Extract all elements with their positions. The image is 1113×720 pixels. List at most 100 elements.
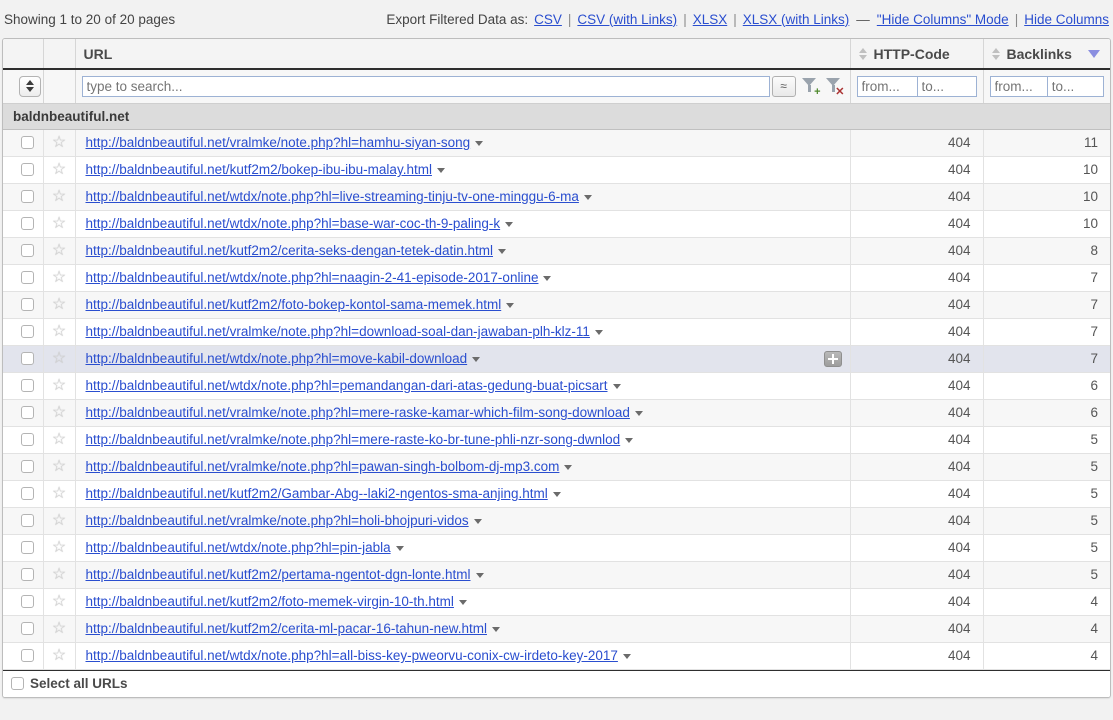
caret-down-icon[interactable] [634,410,643,416]
url-link[interactable]: http://baldnbeautiful.net/vralmke/note.p… [86,513,469,528]
row-checkbox[interactable] [21,379,34,392]
caret-down-icon[interactable] [395,545,404,551]
star-icon[interactable]: ☆ [52,458,67,475]
star-icon[interactable]: ☆ [52,539,67,556]
table-row[interactable]: ☆ http://baldnbeautiful.net/kutf2m2/cerit… [3,615,1110,643]
caret-down-icon[interactable] [594,329,603,335]
url-link[interactable]: http://baldnbeautiful.net/kutf2m2/cerita… [86,243,493,258]
row-checkbox[interactable] [21,271,34,284]
export-xlsx-link[interactable]: XLSX [693,12,728,27]
approximate-match-button[interactable]: ≈ [771,75,796,97]
funnel-plus-icon[interactable]: + [801,76,821,98]
url-link[interactable]: http://baldnbeautiful.net/wtdx/note.php?… [86,648,618,663]
table-row[interactable]: ☆ http://baldnbeautiful.net/wtdx/note.php… [3,345,1110,373]
url-link[interactable]: http://baldnbeautiful.net/vralmke/note.p… [86,459,560,474]
row-checkbox[interactable] [21,298,34,311]
url-link[interactable]: http://baldnbeautiful.net/vralmke/note.p… [86,324,590,339]
caret-down-icon[interactable] [473,518,482,524]
table-row[interactable]: ☆ http://baldnbeautiful.net/vralmke/note.… [3,507,1110,535]
star-icon[interactable]: ☆ [52,296,67,313]
star-icon[interactable]: ☆ [52,242,67,259]
url-link[interactable]: http://baldnbeautiful.net/kutf2m2/foto-m… [86,594,454,609]
http-code-to-input[interactable] [916,76,976,96]
url-link[interactable]: http://baldnbeautiful.net/kutf2m2/Gambar… [86,486,548,501]
table-row[interactable]: ☆ http://baldnbeautiful.net/kutf2m2/cerit… [3,237,1110,265]
star-icon[interactable]: ☆ [52,512,67,529]
search-input[interactable] [81,75,770,97]
star-icon[interactable]: ☆ [52,620,67,637]
column-header-http-code[interactable]: HTTP-Code [850,39,984,70]
table-row[interactable]: ☆ http://baldnbeautiful.net/vralmke/note.… [3,453,1110,481]
column-header-url[interactable]: URL [75,39,851,70]
row-checkbox[interactable] [21,622,34,635]
star-icon[interactable]: ☆ [52,350,67,367]
row-checkbox[interactable] [21,217,34,230]
add-row-button[interactable] [823,350,842,367]
star-icon[interactable]: ☆ [52,188,67,205]
caret-down-icon[interactable] [436,167,445,173]
star-icon[interactable]: ☆ [52,161,67,178]
caret-down-icon[interactable] [583,194,592,200]
hide-columns-link[interactable]: Hide Columns [1024,12,1109,27]
row-checkbox[interactable] [21,190,34,203]
row-checkbox[interactable] [21,514,34,527]
caret-down-icon[interactable] [622,653,631,659]
url-link[interactable]: http://baldnbeautiful.net/wtdx/note.php?… [86,216,501,231]
table-row[interactable]: ☆ http://baldnbeautiful.net/vralmke/note.… [3,129,1110,157]
row-checkbox[interactable] [21,406,34,419]
sort-toggle-icon[interactable] [991,47,1001,61]
updown-spinner-icon[interactable] [19,75,41,97]
export-xlsx-with-links-link[interactable]: XLSX (with Links) [743,12,850,27]
caret-down-icon[interactable] [612,383,621,389]
caret-down-icon[interactable] [543,275,552,281]
url-link[interactable]: http://baldnbeautiful.net/wtdx/note.php?… [86,270,539,285]
star-icon[interactable]: ☆ [52,134,67,151]
row-checkbox[interactable] [21,595,34,608]
table-row[interactable]: ☆ http://baldnbeautiful.net/kutf2m2/bokep… [3,156,1110,184]
caret-down-icon[interactable] [625,437,634,443]
star-icon[interactable]: ☆ [52,593,67,610]
caret-down-icon[interactable] [506,302,515,308]
table-row[interactable]: ☆ http://baldnbeautiful.net/wtdx/note.php… [3,642,1110,670]
url-link[interactable]: http://baldnbeautiful.net/kutf2m2/cerita… [86,621,487,636]
url-link[interactable]: http://baldnbeautiful.net/kutf2m2/pertam… [86,567,471,582]
row-checkbox[interactable] [21,163,34,176]
caret-down-icon[interactable] [497,248,506,254]
url-link[interactable]: http://baldnbeautiful.net/wtdx/note.php?… [86,540,391,555]
table-row[interactable]: ☆ http://baldnbeautiful.net/kutf2m2/foto-… [3,291,1110,319]
http-code-from-input[interactable] [857,76,917,96]
funnel-x-icon[interactable]: ✕ [825,76,845,98]
caret-down-icon[interactable] [475,572,484,578]
export-csv-link[interactable]: CSV [534,12,562,27]
row-checkbox[interactable] [21,325,34,338]
caret-down-icon[interactable] [564,464,573,470]
backlinks-to-input[interactable] [1046,76,1103,96]
url-link[interactable]: http://baldnbeautiful.net/wtdx/note.php?… [86,189,579,204]
table-row[interactable]: ☆ http://baldnbeautiful.net/kutf2m2/perta… [3,561,1110,589]
url-link[interactable]: http://baldnbeautiful.net/kutf2m2/foto-b… [86,297,502,312]
url-link[interactable]: http://baldnbeautiful.net/wtdx/note.php?… [86,351,468,366]
sort-descending-icon[interactable] [1088,49,1100,58]
table-row[interactable]: ☆ http://baldnbeautiful.net/vralmke/note.… [3,318,1110,346]
table-row[interactable]: ☆ http://baldnbeautiful.net/wtdx/note.php… [3,183,1110,211]
caret-down-icon[interactable] [475,140,484,146]
row-checkbox[interactable] [21,541,34,554]
star-icon[interactable]: ☆ [52,323,67,340]
select-all-checkbox[interactable] [11,677,24,690]
caret-down-icon[interactable] [505,221,514,227]
table-row[interactable]: ☆ http://baldnbeautiful.net/vralmke/note.… [3,399,1110,427]
url-link[interactable]: http://baldnbeautiful.net/kutf2m2/bokep-… [86,162,432,177]
url-link[interactable]: http://baldnbeautiful.net/vralmke/note.p… [86,135,471,150]
star-icon[interactable]: ☆ [52,377,67,394]
row-checkbox[interactable] [21,649,34,662]
star-icon[interactable]: ☆ [52,215,67,232]
table-row[interactable]: ☆ http://baldnbeautiful.net/wtdx/note.php… [3,264,1110,292]
star-icon[interactable]: ☆ [52,647,67,664]
export-csv-with-links-link[interactable]: CSV (with Links) [577,12,677,27]
table-row[interactable]: ☆ http://baldnbeautiful.net/vralmke/note.… [3,426,1110,454]
row-checkbox[interactable] [21,352,34,365]
caret-down-icon[interactable] [458,599,467,605]
sort-toggle-icon[interactable] [858,47,868,61]
caret-down-icon[interactable] [472,356,481,362]
backlinks-from-input[interactable] [990,76,1047,96]
